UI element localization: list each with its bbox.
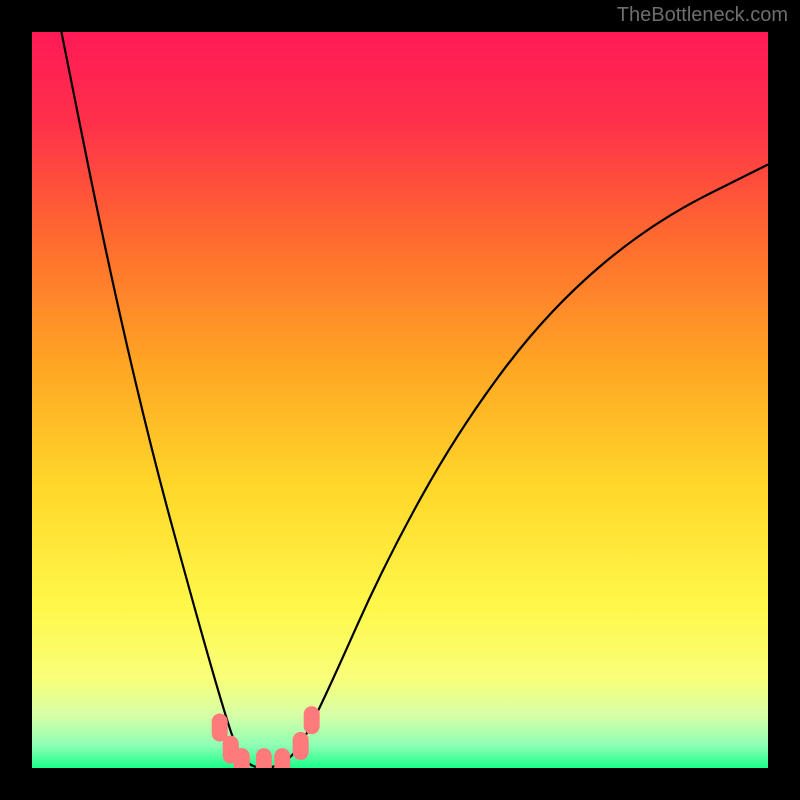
- chart-svg: [32, 32, 768, 768]
- gradient-background: [32, 32, 768, 768]
- curve-marker: [293, 732, 309, 760]
- curve-marker: [256, 748, 272, 768]
- curve-marker: [304, 706, 320, 734]
- watermark-text: TheBottleneck.com: [617, 4, 788, 27]
- plot-area: [32, 32, 768, 768]
- curve-marker: [212, 714, 228, 742]
- chart-frame: TheBottleneck.com: [0, 0, 800, 800]
- curve-marker: [234, 748, 250, 768]
- curve-marker: [274, 748, 290, 768]
